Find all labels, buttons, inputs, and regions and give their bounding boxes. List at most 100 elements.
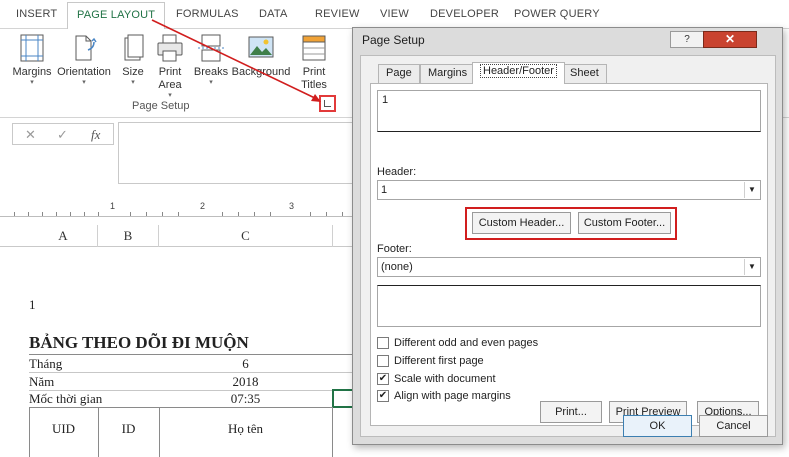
check-icon[interactable]: ✔ <box>377 373 389 385</box>
footer-field-label: Footer: <box>377 243 412 255</box>
check-icon[interactable]: ✔ <box>377 390 389 402</box>
cancel-button[interactable]: Cancel <box>699 415 768 437</box>
tab-power-query[interactable]: POWER QUERY <box>514 8 600 20</box>
formula-bar-buttons: ✕ ✓ fx <box>12 123 114 145</box>
header-select[interactable]: 1 ▼ <box>377 180 761 200</box>
page-setup-dialog-launcher[interactable] <box>319 95 336 112</box>
checkbox-label: Scale with document <box>394 373 496 385</box>
tab-developer[interactable]: DEVELOPER <box>430 8 499 20</box>
tab-page[interactable]: Page <box>378 64 420 83</box>
cell-time-value[interactable]: 07:35 <box>159 391 332 407</box>
margins-dropdown-icon: ▾ <box>30 79 34 86</box>
tab-header-footer[interactable]: Header/Footer <box>472 62 565 84</box>
cell-year-label[interactable]: Năm <box>29 374 54 390</box>
cell-month-label[interactable]: Tháng <box>29 356 62 372</box>
sheet-title[interactable]: BẢNG THEO DÕI ĐI MUỘN <box>29 333 249 353</box>
print-area-label-line1: Print <box>158 66 182 78</box>
insert-function-icon[interactable]: fx <box>91 127 100 143</box>
tab-sheet-label: Sheet <box>570 67 599 79</box>
checkbox-label: Different odd and even pages <box>394 337 539 349</box>
header-select-value: 1 <box>381 184 388 196</box>
checkbox-box[interactable] <box>377 355 389 367</box>
print-titles-icon <box>302 35 326 61</box>
breaks-icon <box>198 34 224 62</box>
footer-preview <box>377 285 761 327</box>
page-setup-group-label: Page Setup <box>132 100 190 112</box>
ruler-mark-3: 3 <box>289 201 295 211</box>
print-button[interactable]: Print... <box>540 401 602 423</box>
print-area-dropdown-icon: ▾ <box>168 92 172 99</box>
chevron-down-icon: ▼ <box>744 182 759 198</box>
close-button[interactable]: ✕ <box>703 31 757 48</box>
size-button[interactable]: Size ▾ <box>117 34 149 87</box>
table-header-id[interactable]: ID <box>98 421 159 437</box>
tab-insert[interactable]: INSERT <box>16 8 57 20</box>
custom-footer-button[interactable]: Custom Footer... <box>578 212 671 234</box>
tab-formulas[interactable]: FORMULAS <box>176 8 239 20</box>
header-field-label: Header: <box>377 166 417 178</box>
dialog-title: Page Setup <box>362 33 425 47</box>
print-titles-label-line1: Print <box>302 66 326 78</box>
checkbox-box[interactable] <box>377 337 389 349</box>
tab-header-footer-label: Header/Footer <box>480 64 557 78</box>
tab-view[interactable]: VIEW <box>380 8 409 20</box>
checkbox-label: Align with page margins <box>394 390 511 402</box>
cancel-formula-icon[interactable]: ✕ <box>25 127 36 143</box>
header-preview-text: 1 <box>382 94 389 106</box>
header-footer-panel: 1 Header: 1 ▼ Custom Header... Custom Fo… <box>370 83 768 426</box>
column-header-c[interactable]: C <box>159 225 333 247</box>
horizontal-ruler: 1 2 3 <box>0 199 358 217</box>
margins-button[interactable]: Margins ▾ <box>8 34 56 87</box>
chevron-down-icon: ▼ <box>744 259 759 275</box>
header-preview: 1 <box>377 90 761 132</box>
ok-button[interactable]: OK <box>623 415 692 437</box>
ribbon-tab-bar: INSERT PAGE LAYOUT FORMULAS DATA REVIEW … <box>0 0 789 30</box>
background-button[interactable]: Background <box>231 34 291 79</box>
size-icon <box>124 34 144 61</box>
tab-page-layout[interactable]: PAGE LAYOUT <box>67 2 166 30</box>
print-titles-button[interactable]: Print Titles <box>298 34 330 92</box>
ruler-mark-2: 2 <box>200 201 206 211</box>
print-area-label-line2: Area <box>158 79 182 91</box>
table-header-uid[interactable]: UID <box>29 421 98 437</box>
orientation-icon <box>75 35 97 61</box>
dialog-launcher-icon <box>324 100 331 107</box>
size-label: Size <box>122 66 144 78</box>
tab-margins[interactable]: Margins <box>420 64 476 83</box>
footer-select-value: (none) <box>381 261 413 273</box>
cell-year-value[interactable]: 2018 <box>159 374 332 390</box>
column-header-b[interactable]: B <box>98 225 159 247</box>
tab-review[interactable]: REVIEW <box>315 8 360 20</box>
tab-margins-label: Margins <box>428 67 468 79</box>
cell-month-value[interactable]: 6 <box>159 356 332 372</box>
enter-formula-icon[interactable]: ✓ <box>57 127 68 143</box>
footer-select[interactable]: (none) ▼ <box>377 257 761 277</box>
tab-data[interactable]: DATA <box>259 8 288 20</box>
ruler-mark-1: 1 <box>110 201 116 211</box>
tab-page-label: Page <box>386 67 412 79</box>
help-button[interactable]: ? <box>670 31 704 48</box>
dialog-body: Page Margins Header/Footer Sheet 1 Heade… <box>360 55 776 437</box>
margins-label: Margins <box>12 66 52 78</box>
size-dropdown-icon: ▾ <box>131 79 135 86</box>
checkbox-label: Different first page <box>394 355 484 367</box>
page-setup-dialog: Page Setup ? ✕ Page Margins Header/Foote… <box>352 27 783 445</box>
breaks-dropdown-icon: ▾ <box>209 79 213 86</box>
breaks-label: Breaks <box>193 66 229 78</box>
orientation-button[interactable]: Orientation ▾ <box>56 34 112 87</box>
table-header-name[interactable]: Họ tên <box>159 421 332 437</box>
margins-icon <box>20 34 44 62</box>
column-header-a[interactable]: A <box>29 225 98 247</box>
print-area-button[interactable]: Print Area ▾ <box>152 34 188 100</box>
cell-time-label[interactable]: Mốc thời gian <box>29 391 102 407</box>
orientation-label: Orientation <box>57 66 111 78</box>
page-header-text: 1 <box>29 297 36 312</box>
print-area-icon <box>157 34 183 62</box>
custom-header-button[interactable]: Custom Header... <box>472 212 571 234</box>
background-label: Background <box>231 66 291 78</box>
orientation-dropdown-icon: ▾ <box>82 79 86 86</box>
print-titles-label-line2: Titles <box>301 79 327 91</box>
tab-sheet[interactable]: Sheet <box>562 64 607 83</box>
breaks-button[interactable]: Breaks ▾ <box>193 34 229 87</box>
formula-input[interactable] <box>118 122 358 184</box>
